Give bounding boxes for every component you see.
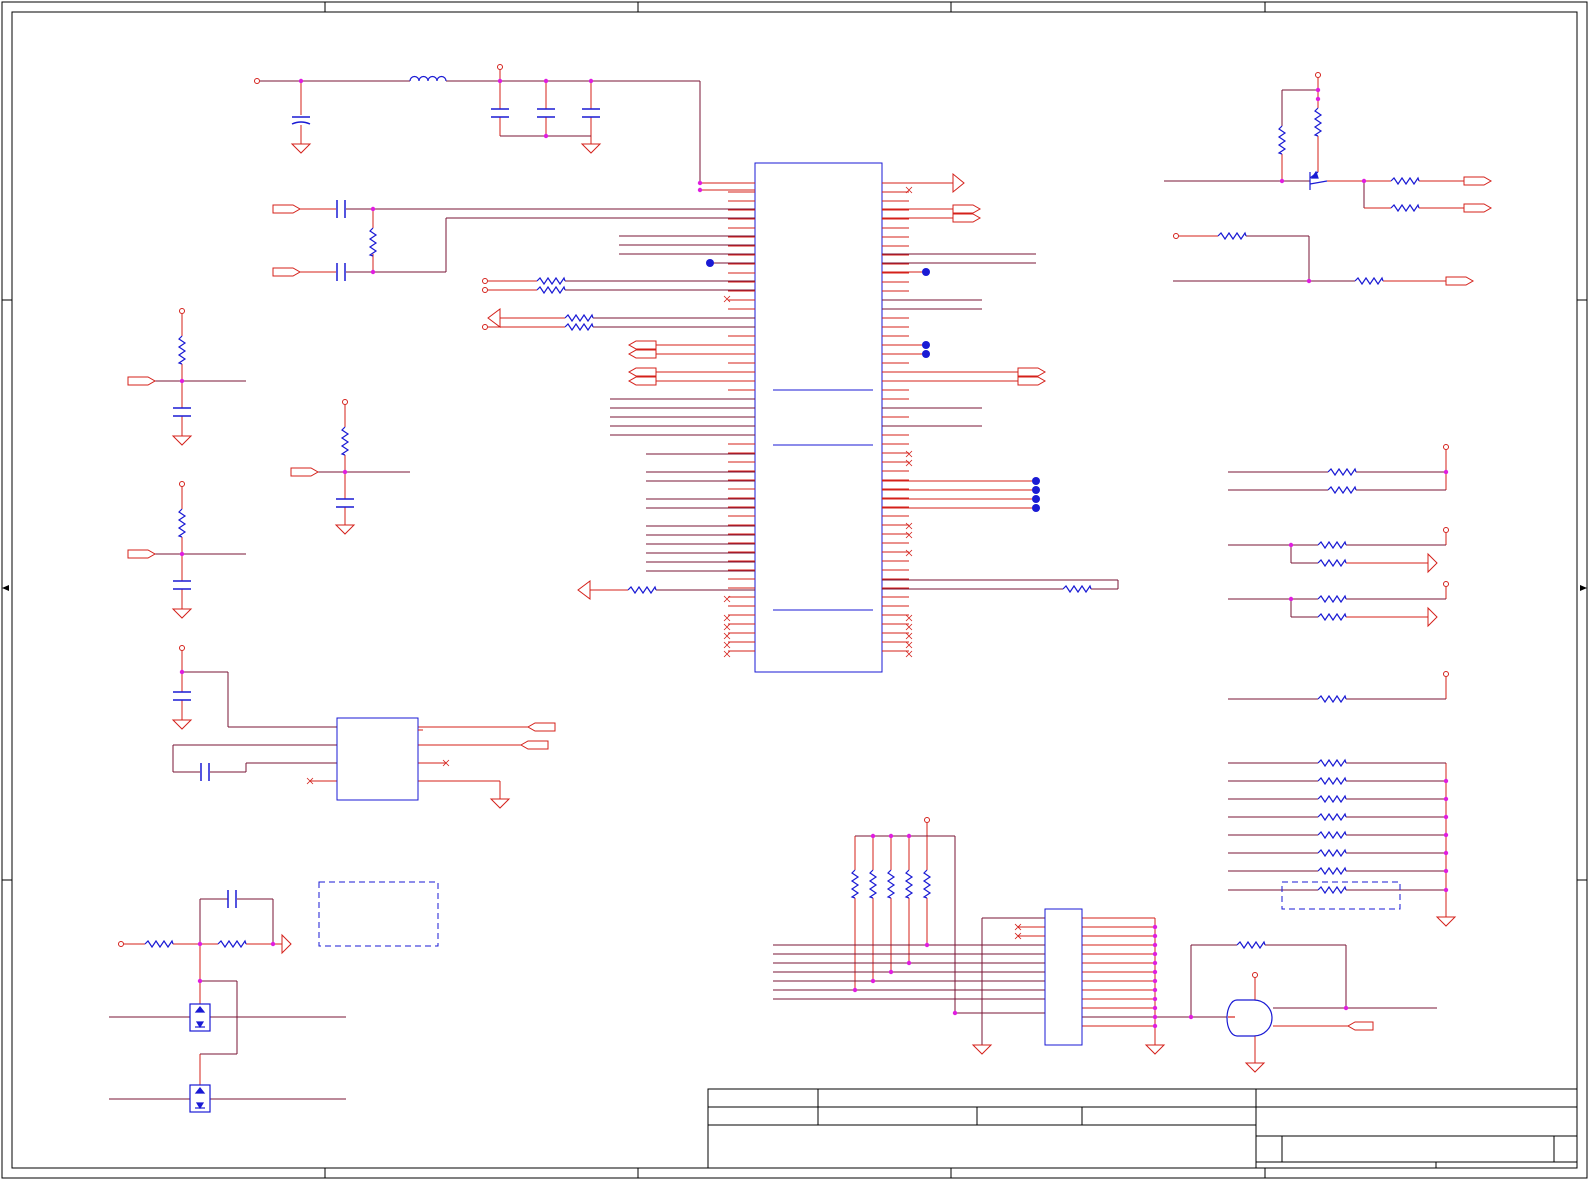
port-connectors bbox=[127, 176, 1493, 1031]
inductor bbox=[409, 75, 447, 82]
junction-dot bbox=[852, 987, 858, 993]
schematic-sheet bbox=[1, 1, 1588, 1179]
junction-dot bbox=[1343, 1005, 1349, 1011]
resistor-bank-resistor bbox=[1317, 776, 1347, 786]
junction-dot bbox=[1152, 960, 1158, 966]
junction-dot bbox=[1188, 1014, 1194, 1020]
buffer-ic bbox=[1044, 908, 1083, 1046]
junction-dot bbox=[270, 941, 276, 947]
junction-dot bbox=[1152, 996, 1158, 1002]
junction-dot bbox=[197, 978, 203, 984]
junction-dot bbox=[370, 206, 376, 212]
wires bbox=[109, 64, 1464, 1100]
junction-dot bbox=[870, 978, 876, 984]
dashed-note-boxes bbox=[318, 881, 1401, 947]
junction-dot bbox=[906, 960, 912, 966]
junction-dot bbox=[1443, 469, 1449, 475]
junction-dot bbox=[1443, 814, 1449, 820]
junction-dot bbox=[1279, 178, 1285, 184]
junction-dot bbox=[1443, 832, 1449, 838]
junction-dot bbox=[952, 1010, 958, 1016]
junction-dot bbox=[888, 833, 894, 839]
resistor-bank-resistor bbox=[1317, 794, 1347, 804]
mosfet-lower bbox=[189, 1084, 211, 1113]
junction-dot bbox=[1152, 933, 1158, 939]
junction-dot bbox=[1152, 969, 1158, 975]
junction-dot bbox=[1443, 778, 1449, 784]
junction-dot bbox=[1152, 942, 1158, 948]
junction-dot bbox=[1361, 178, 1367, 184]
junction-dot bbox=[697, 180, 703, 186]
junction-dot bbox=[1288, 596, 1294, 602]
junction-dot bbox=[1443, 850, 1449, 856]
resistor-bank-resistor bbox=[1317, 812, 1347, 822]
junction-dot bbox=[697, 187, 703, 193]
junction-dot bbox=[1443, 868, 1449, 874]
junction-dot bbox=[1443, 796, 1449, 802]
ground-symbols bbox=[171, 143, 1457, 1073]
drawing-frame bbox=[1, 1, 1588, 1179]
junction-dot bbox=[924, 942, 930, 948]
junction-dot bbox=[543, 78, 549, 84]
regulator-ic bbox=[336, 717, 423, 801]
ic-right-pins bbox=[882, 182, 909, 652]
frame-center-arrows bbox=[2, 585, 1587, 591]
junction-dot bbox=[1152, 978, 1158, 984]
junction-dot bbox=[1152, 987, 1158, 993]
junction-dot bbox=[370, 269, 376, 275]
junction-dot bbox=[588, 78, 594, 84]
resistors bbox=[144, 107, 1420, 950]
junction-dot bbox=[888, 969, 894, 975]
junction-dot bbox=[906, 833, 912, 839]
capacitors bbox=[173, 108, 600, 908]
junction-dot bbox=[1152, 951, 1158, 957]
junction-dot bbox=[179, 669, 185, 675]
main-ic bbox=[728, 162, 909, 673]
junction-dot bbox=[870, 833, 876, 839]
resistor-bank-resistor bbox=[1317, 866, 1347, 876]
junction-dot bbox=[1152, 924, 1158, 930]
resistor-bank-resistor bbox=[1317, 885, 1347, 895]
junction-dot bbox=[1288, 542, 1294, 548]
junction-dot bbox=[179, 378, 185, 384]
junction-dot bbox=[1152, 1023, 1158, 1029]
junction-dot bbox=[1315, 87, 1321, 93]
junction-dot bbox=[197, 941, 203, 947]
junction-dot bbox=[1152, 1014, 1158, 1020]
title-block bbox=[707, 1088, 1578, 1169]
junction-dot bbox=[179, 551, 185, 557]
mosfet-upper bbox=[189, 1003, 211, 1032]
junction-dot bbox=[1315, 96, 1321, 102]
junction-dot bbox=[1443, 887, 1449, 893]
junction-dot bbox=[1152, 1005, 1158, 1011]
resistor-bank-resistor bbox=[1317, 830, 1347, 840]
junction-dot bbox=[298, 78, 304, 84]
test-points bbox=[706, 259, 1040, 512]
transistor bbox=[1309, 170, 1328, 190]
junction-dots bbox=[179, 78, 1449, 1029]
resistor-bank-resistor bbox=[1317, 848, 1347, 858]
junction-dot bbox=[342, 469, 348, 475]
junction-dot bbox=[1306, 278, 1312, 284]
junction-dot bbox=[543, 133, 549, 139]
resistor-bank-resistor bbox=[1317, 758, 1347, 768]
and-gate bbox=[1226, 999, 1273, 1037]
junction-dot bbox=[497, 78, 503, 84]
